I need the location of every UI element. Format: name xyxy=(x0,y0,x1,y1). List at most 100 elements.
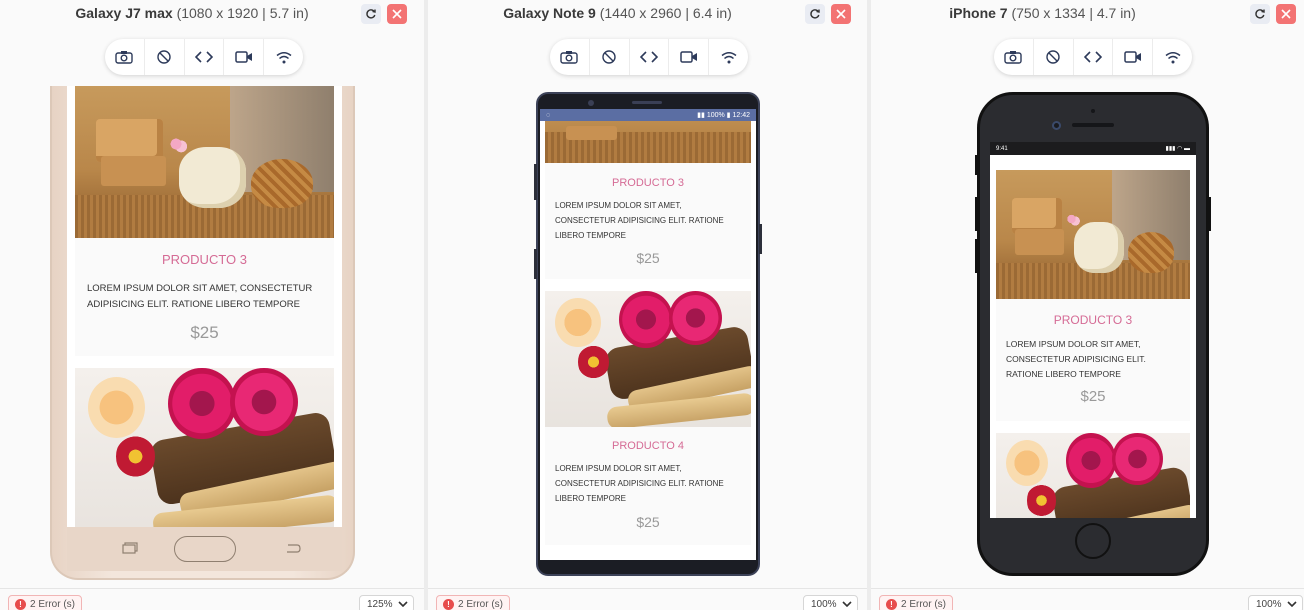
product-description: LOREM IPSUM DOLOR SIT AMET, CONSECTETUR … xyxy=(87,283,313,310)
product-card[interactable]: PRODUCTO 3 LOREM IPSUM DOLOR SIT AMET, C… xyxy=(75,238,334,356)
product-title: PRODUCTO 3 xyxy=(612,177,684,189)
close-icon xyxy=(836,9,846,19)
alert-icon: ! xyxy=(443,598,454,610)
error-badge[interactable]: ! 2 Error (s) xyxy=(879,595,953,610)
panel-footer: ! 2 Error (s) 100% xyxy=(871,588,1304,610)
phone-frame: 9:41 ▮▮▮ ◠ ▬ PRODUCTO 3 LOREM IPSUM DOLO… xyxy=(975,92,1211,576)
panel-header: Galaxy Note 9 (1440 x 2960 | 6.4 in) xyxy=(428,0,867,28)
error-badge[interactable]: ! 2 Error (s) xyxy=(436,595,510,610)
wifi-icon xyxy=(1165,51,1181,63)
phone-screen[interactable]: ◌ ▮▮ 100% ▮ 12:42 PRODUCTO 3 LOREM IPSUM… xyxy=(540,109,756,560)
network-throttle-button[interactable] xyxy=(264,39,303,75)
error-count: 2 Error (s) xyxy=(458,598,503,610)
device-name: Galaxy J7 max xyxy=(75,5,173,21)
phone-side-button xyxy=(975,239,978,273)
alert-icon: ! xyxy=(886,598,897,610)
product-card[interactable]: PRODUCTO 4 LOREM IPSUM DOLOR SIT AMET, C… xyxy=(545,427,751,545)
network-throttle-button[interactable] xyxy=(1153,39,1192,75)
record-video-button[interactable] xyxy=(224,39,265,75)
close-button[interactable] xyxy=(387,4,407,24)
inspect-code-button[interactable] xyxy=(185,39,225,75)
image-part xyxy=(163,131,189,156)
image-part xyxy=(619,291,673,349)
rotate-device-button[interactable] xyxy=(145,39,185,75)
image-part xyxy=(1061,208,1082,230)
image-part xyxy=(87,376,145,438)
device-toolbar xyxy=(994,39,1192,75)
camera-icon xyxy=(115,51,134,64)
rotate-device-button[interactable] xyxy=(1034,39,1074,75)
record-video-button[interactable] xyxy=(669,39,710,75)
close-button[interactable] xyxy=(831,4,851,24)
product-price: $25 xyxy=(1080,388,1106,405)
rotate-icon xyxy=(157,50,171,64)
product-title: PRODUCTO 4 xyxy=(612,440,684,452)
page-feed: PRODUCTO 3 LOREM IPSUM DOLOR SIT AMET, C… xyxy=(996,170,1190,518)
product-price: $25 xyxy=(190,323,219,342)
zoom-value: 125% xyxy=(367,598,393,610)
rotate-icon xyxy=(1046,50,1060,64)
product-card[interactable]: PRODUCTO 3 LOREM IPSUM DOLOR SIT AMET, C… xyxy=(545,163,751,279)
image-part xyxy=(251,158,314,208)
device-title: Galaxy Note 9 (1440 x 2960 | 6.4 in) xyxy=(428,5,807,21)
screenshot-button[interactable] xyxy=(105,39,145,75)
screenshot-button[interactable] xyxy=(994,39,1034,75)
phone-side-button xyxy=(975,197,978,231)
video-icon xyxy=(235,51,252,63)
device-spec: (750 x 1334 | 4.7 in) xyxy=(1011,5,1136,21)
refresh-button[interactable] xyxy=(361,4,381,24)
front-camera xyxy=(1052,121,1061,130)
back-icon[interactable] xyxy=(285,542,301,554)
record-video-button[interactable] xyxy=(1113,39,1154,75)
inspect-code-button[interactable] xyxy=(1074,39,1114,75)
product-title: PRODUCTO 3 xyxy=(1053,313,1133,327)
product-image-spa-soaps xyxy=(996,170,1190,299)
error-badge[interactable]: ! 2 Error (s) xyxy=(8,595,82,610)
network-throttle-button[interactable] xyxy=(709,39,748,75)
code-icon xyxy=(639,51,658,63)
refresh-button[interactable] xyxy=(805,4,825,24)
zoom-select[interactable]: 100% xyxy=(1248,595,1303,610)
device-panel-galaxy-j7: Galaxy J7 max (1080 x 1920 | 5.7 in) PRO… xyxy=(0,0,424,610)
alert-icon: ! xyxy=(15,598,26,610)
device-panel-iphone7: iPhone 7 (750 x 1334 | 4.7 in) 9:41 ▮▮▮ … xyxy=(871,0,1304,610)
zoom-select[interactable]: 125% xyxy=(359,595,414,610)
chevron-down-icon xyxy=(398,601,408,607)
error-count: 2 Error (s) xyxy=(30,598,75,610)
zoom-select[interactable]: 100% xyxy=(803,595,858,610)
refresh-button[interactable] xyxy=(1250,4,1270,24)
speaker-grille xyxy=(1072,123,1114,127)
close-button[interactable] xyxy=(1276,4,1296,24)
device-toolbar xyxy=(105,39,303,75)
phone-screen[interactable]: 9:41 ▮▮▮ ◠ ▬ PRODUCTO 3 LOREM IPSUM DOLO… xyxy=(990,142,1196,518)
home-button[interactable] xyxy=(174,536,236,562)
wifi-icon xyxy=(276,51,292,63)
close-icon xyxy=(1281,9,1291,19)
product-card[interactable]: PRODUCTO 3 LOREM IPSUM DOLOR SIT AMET, C… xyxy=(996,299,1190,421)
code-icon xyxy=(194,51,213,63)
product-description: LOREM IPSUM DOLOR SIT AMET, CONSECTETUR … xyxy=(555,201,724,240)
image-part xyxy=(230,368,298,436)
phone-screen[interactable]: PRODUCTO 3 LOREM IPSUM DOLOR SIT AMET, C… xyxy=(67,86,342,527)
recents-icon[interactable] xyxy=(122,542,138,554)
refresh-icon xyxy=(1255,9,1265,19)
battery-level: 100% xyxy=(706,112,725,119)
video-icon xyxy=(680,51,697,63)
phone-side-button xyxy=(975,155,978,175)
image-part xyxy=(1065,433,1117,488)
image-part xyxy=(168,368,236,440)
home-button[interactable] xyxy=(1075,523,1111,559)
phone-side-button xyxy=(759,224,762,254)
ios-status-bar: 9:41 ▮▮▮ ◠ ▬ xyxy=(990,142,1196,155)
sensor-dot xyxy=(1091,109,1095,113)
panel-header: iPhone 7 (750 x 1334 | 4.7 in) xyxy=(871,0,1304,28)
phone-frame: ◌ ▮▮ 100% ▮ 12:42 PRODUCTO 3 LOREM IPSUM… xyxy=(534,92,762,576)
product-description: LOREM IPSUM DOLOR SIT AMET, CONSECTETUR … xyxy=(1006,339,1146,379)
rotate-icon xyxy=(602,50,616,64)
rotate-device-button[interactable] xyxy=(590,39,630,75)
inspect-code-button[interactable] xyxy=(630,39,670,75)
device-panel-galaxy-note9: Galaxy Note 9 (1440 x 2960 | 6.4 in) ◌ ▮… xyxy=(428,0,867,610)
close-icon xyxy=(392,9,402,19)
screenshot-button[interactable] xyxy=(550,39,590,75)
page-feed: PRODUCTO 3 LOREM IPSUM DOLOR SIT AMET, C… xyxy=(545,109,751,545)
